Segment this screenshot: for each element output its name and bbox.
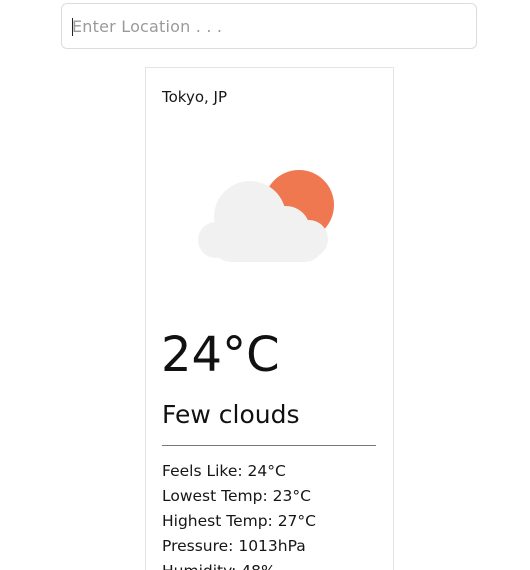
weather-divider bbox=[162, 445, 376, 446]
location-search-box[interactable] bbox=[61, 3, 477, 49]
lowest-temp-detail: Lowest Temp: 23°C bbox=[162, 487, 311, 505]
location-name: Tokyo, JP bbox=[162, 88, 228, 106]
weather-description: Few clouds bbox=[162, 400, 300, 429]
humidity-detail: Humidity: 48% bbox=[162, 559, 382, 570]
location-search-input[interactable] bbox=[72, 4, 462, 48]
weather-app: Tokyo, JP 24°C Few clouds Feels Like: 24… bbox=[0, 0, 530, 570]
pressure-detail: Pressure: 1013hPa bbox=[162, 537, 306, 555]
weather-card: Tokyo, JP 24°C Few clouds Feels Like: 24… bbox=[145, 67, 394, 570]
weather-details-list: Feels Like: 24°C Lowest Temp: 23°C Highe… bbox=[162, 459, 382, 570]
current-temperature: 24°C bbox=[161, 327, 280, 383]
feels-like-detail: Feels Like: 24°C bbox=[162, 462, 286, 480]
highest-temp-detail: Highest Temp: 27°C bbox=[162, 512, 316, 530]
sun-behind-cloud-icon bbox=[198, 170, 334, 262]
